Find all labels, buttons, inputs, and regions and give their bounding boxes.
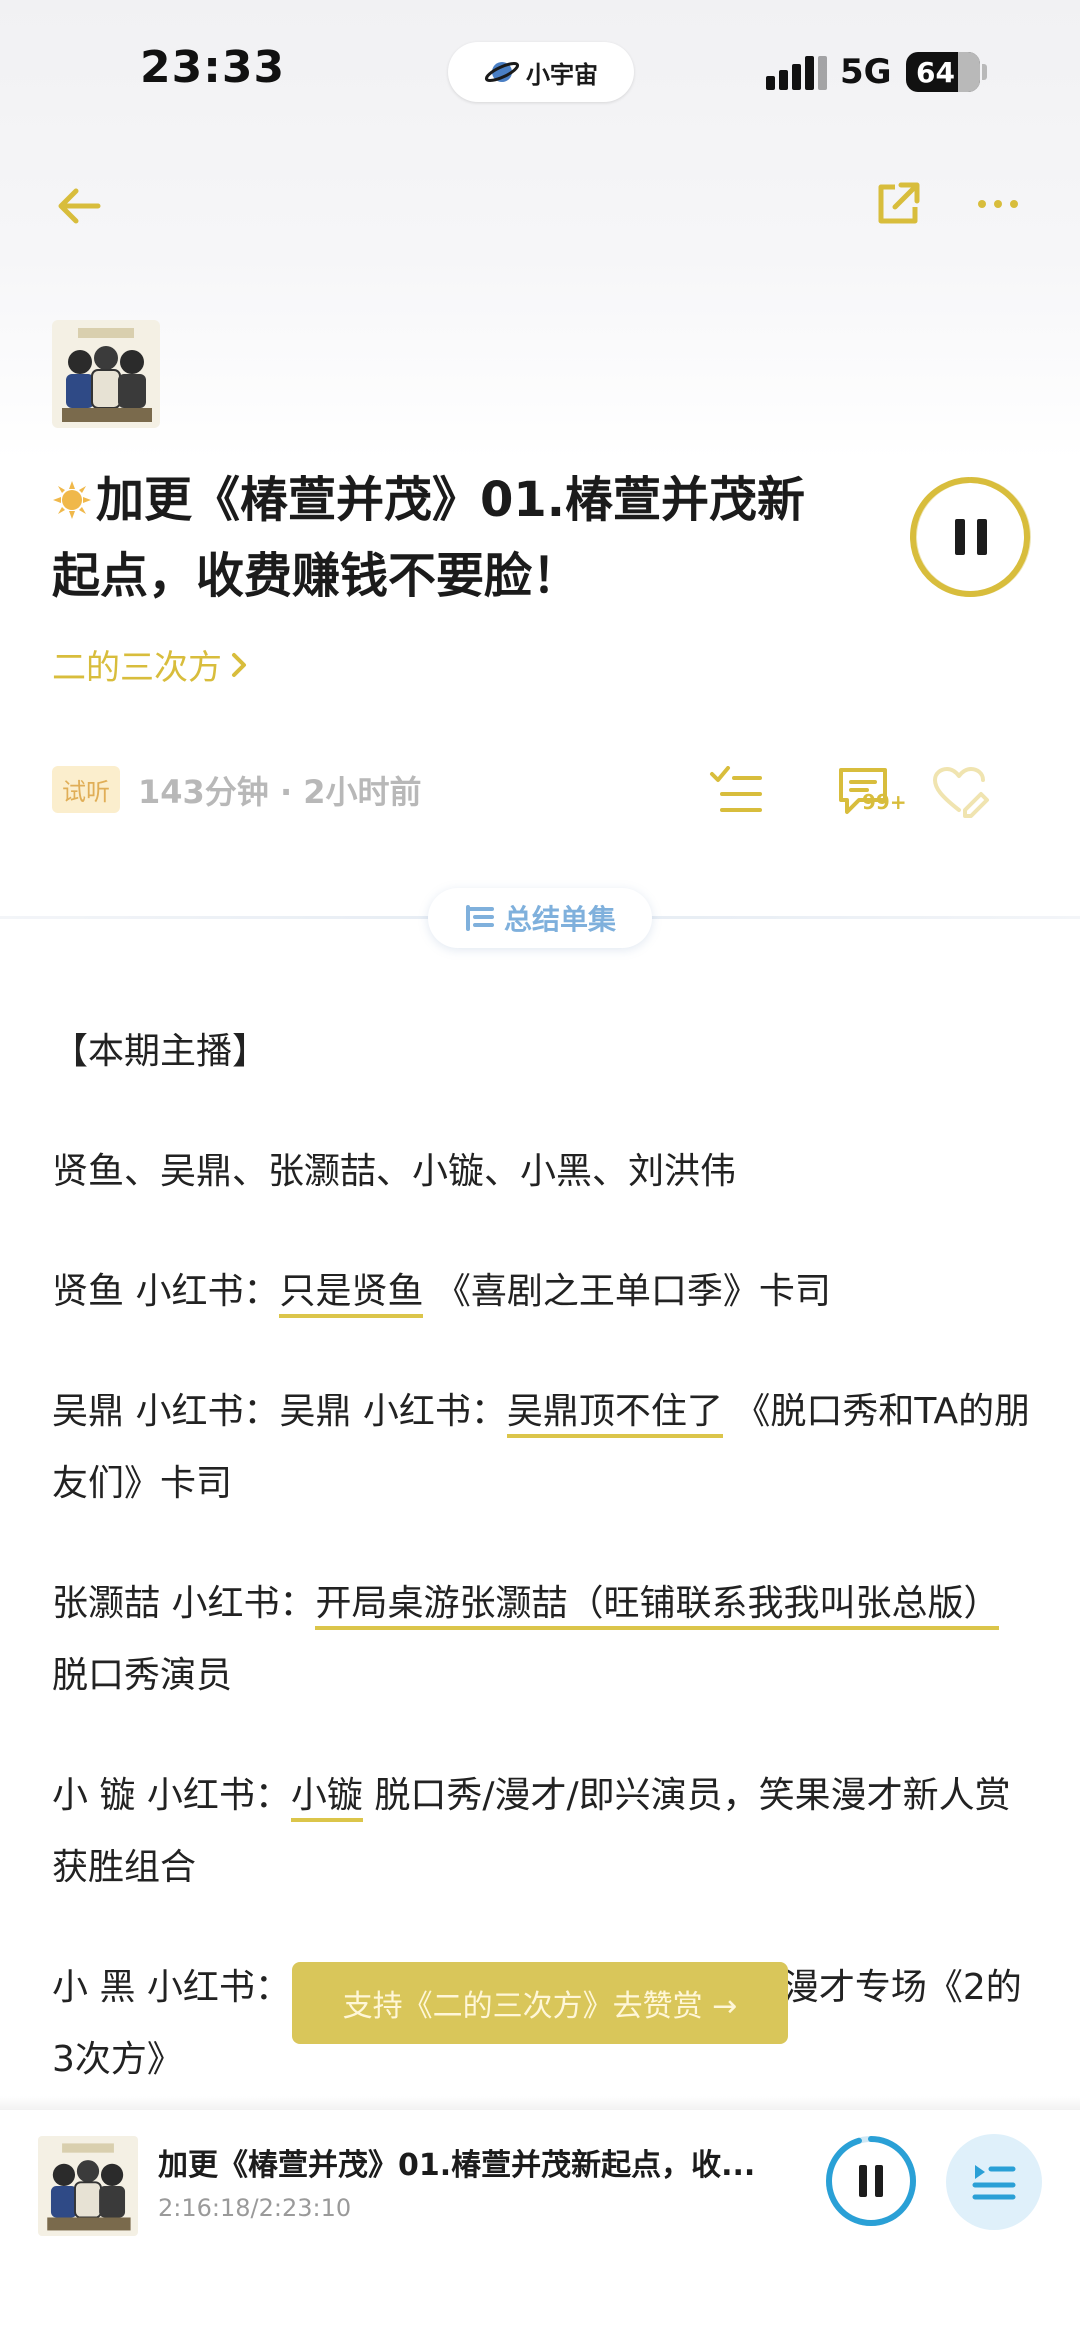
playlist-add-icon [710,766,762,812]
battery-indicator: 64 [906,52,980,92]
status-time: 23:33 [140,42,286,93]
chevron-right-icon [232,652,246,677]
mini-player-time: 2:16:18/2:23:10 [158,2194,352,2222]
channel-link[interactable]: 二的三次方 [52,640,248,689]
share-icon [878,182,920,224]
host-line-xiaoxuan: 小 镟 小红书：小镟 脱口秀/漫才/即兴演员，笑果漫才新人赏获胜组合 [52,1775,1011,1888]
network-type: 5G [840,52,892,92]
channel-name: 二的三次方 [52,648,222,688]
donate-button[interactable]: 支持《二的三次方》去赞赏 → [292,1962,788,2044]
planet-icon [484,62,520,82]
cover-illustration-icon [52,320,160,428]
mini-player-title: 加更《椿萱并茂》01.椿萱并茂新起点，收... [158,2148,756,2183]
xiaohongshu-link[interactable]: 小镟 [290,1775,363,1822]
comments-button[interactable]: 99+ [818,760,910,824]
playlist-button[interactable] [946,2134,1042,2230]
host-line-wuding: 吴鼎 小红书：吴鼎 小红书：吴鼎顶不住了 《脱口秀和TA的朋友们》卡司 [52,1391,1031,1504]
xiaohongshu-link[interactable]: 只是贤鱼 [279,1271,424,1318]
episode-meta: 试听 143分钟 · 2小时前 [52,766,422,813]
battery-nub [982,64,987,80]
summary-icon [465,905,494,931]
share-button[interactable] [866,172,930,236]
app-island: 小宇宙 [448,42,634,102]
mini-player[interactable]: 加更《椿萱并茂》01.椿萱并茂新起点，收... 2:16:18/2:23:10 [0,2110,1080,2341]
mini-pause-button[interactable] [824,2134,918,2228]
mini-player-cover[interactable] [38,2136,138,2236]
comment-count: 99+ [862,790,907,814]
heart-edit-icon [933,767,989,818]
arrow-left-icon [58,188,101,224]
battery-level: 64 [916,55,955,89]
podcast-cover[interactable] [52,320,160,428]
trial-badge: 试听 [52,766,120,813]
xiaohongshu-link[interactable]: 吴鼎顶不住了 [506,1391,723,1438]
playlist-icon [972,2165,1016,2200]
more-button[interactable] [968,176,1028,232]
like-button[interactable] [926,760,996,824]
app-island-label: 小宇宙 [526,60,598,89]
episode-duration-time: 143分钟 · 2小时前 [138,772,422,811]
back-button[interactable] [44,176,114,236]
episode-title-text: 加更《椿萱并茂》01.椿萱并茂新起点，收费赚钱不要脸！ [52,472,806,604]
pause-button[interactable] [908,474,1034,600]
show-notes-heading: 【本期主播】 [52,1031,269,1072]
signal-icon [766,56,827,90]
summary-label: 总结单集 [503,903,616,936]
hosts-list: 贤鱼、吴鼎、张灏喆、小镟、小黑、刘洪伟 [52,1151,737,1192]
summary-episode-button[interactable]: 总结单集 [428,888,652,948]
sun-badge-icon [53,481,91,519]
mini-player-shadow [0,2096,1080,2110]
cover-illustration-icon [38,2136,138,2236]
host-line-zhanghaozhe: 张灏喆 小红书：开局桌游张灏喆（旺铺联系我我叫张总版） 脱口秀演员 [52,1583,1000,1696]
donate-label: 支持《二的三次方》去赞赏 → [342,1989,738,2024]
episode-title: 加更《椿萱并茂》01.椿萱并茂新起点，收费赚钱不要脸！ [52,462,832,614]
more-horizontal-icon [978,200,1018,208]
xiaohongshu-link[interactable]: 开局桌游张灏喆（旺铺联系我我叫张总版） [315,1583,1000,1630]
host-line-xianyu: 贤鱼 小红书：只是贤鱼 《喜剧之王单口季》卡司 [52,1256,1032,1328]
playlist-add-button[interactable] [700,760,772,824]
